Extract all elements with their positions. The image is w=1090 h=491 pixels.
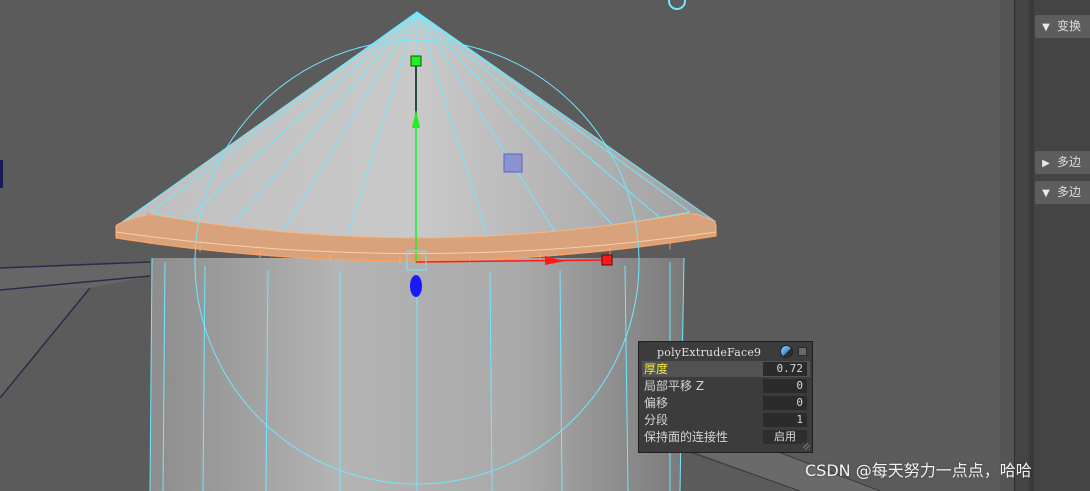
section-poly-2[interactable]: ▼ 多边 (1035, 181, 1090, 204)
plane-handle-icon[interactable] (503, 153, 523, 173)
attribute-editor-panel: ▼ 变换 ▶ 多边 ▼ 多边 (1014, 0, 1090, 491)
watermark: CSDN @每天努力一点点，哈哈 (805, 461, 1032, 480)
row-label: 分段 (644, 413, 669, 427)
panel-divider (1029, 0, 1034, 491)
y-axis-handle-icon[interactable] (410, 55, 422, 67)
row-keep-faces-together[interactable]: 保持面的连接性 启用 (642, 429, 810, 445)
triangle-down-icon: ▼ (1042, 188, 1050, 199)
x-axis-handle-icon[interactable] (601, 254, 613, 266)
resize-grip-icon[interactable] (803, 443, 810, 450)
floor-plane-left (0, 160, 151, 400)
local-translate-z-field[interactable]: 0 (763, 379, 807, 393)
scene-render[interactable] (0, 0, 1014, 491)
z-axis-handle-icon[interactable] (410, 275, 422, 297)
section-poly-1[interactable]: ▶ 多边 (1035, 151, 1090, 174)
divisions-field[interactable]: 1 (763, 413, 807, 427)
popup-toggle-icon[interactable] (780, 345, 793, 358)
row-label: 局部平移 Z (644, 379, 705, 393)
row-offset[interactable]: 偏移 0 (642, 395, 810, 411)
extrude-attribute-popup[interactable]: polyExtrudeFace9 厚度 0.72 局部平移 Z 0 偏移 0 分… (638, 341, 813, 453)
row-label: 偏移 (644, 396, 669, 410)
section-label: 多边 (1057, 155, 1082, 169)
row-local-translate-z[interactable]: 局部平移 Z 0 (642, 378, 810, 394)
row-label: 保持面的连接性 (644, 430, 729, 444)
thickness-field[interactable]: 0.72 (763, 362, 807, 376)
section-label: 变换 (1057, 19, 1082, 33)
section-transform[interactable]: ▼ 变换 (1035, 15, 1090, 38)
row-divisions[interactable]: 分段 1 (642, 412, 810, 428)
row-thickness[interactable]: 厚度 0.72 (642, 361, 810, 377)
keep-faces-together-toggle[interactable]: 启用 (763, 430, 807, 444)
offset-field[interactable]: 0 (763, 396, 807, 410)
popup-title: polyExtrudeFace9 (657, 346, 762, 359)
triangle-right-icon: ▶ (1042, 158, 1050, 169)
section-label: 多边 (1057, 185, 1082, 199)
row-label: 厚度 (644, 362, 669, 376)
cone-roof-mesh[interactable] (117, 11, 717, 248)
viewport[interactable] (0, 0, 1014, 491)
close-icon[interactable] (798, 347, 807, 356)
triangle-down-icon: ▼ (1042, 22, 1050, 33)
